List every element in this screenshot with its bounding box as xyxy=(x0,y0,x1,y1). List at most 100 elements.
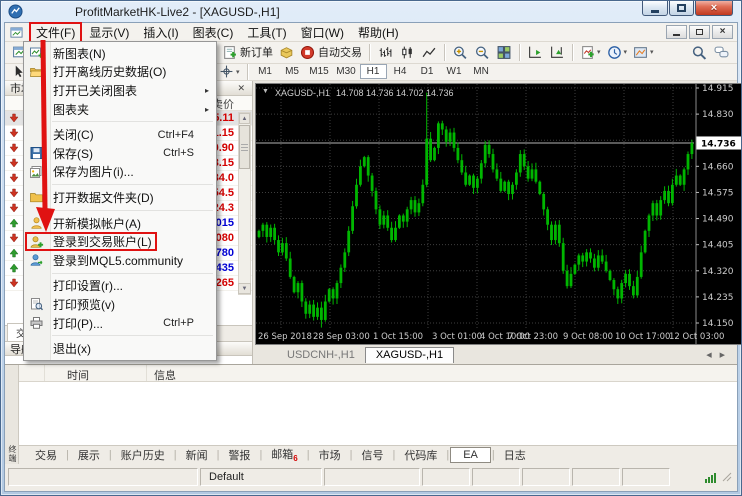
maximize-button[interactable] xyxy=(669,1,694,16)
file-menu-item[interactable]: 图表夹▸ xyxy=(24,100,216,119)
candlestick-chart-button[interactable] xyxy=(396,42,418,62)
terminal-tab[interactable]: 邮箱6 xyxy=(263,445,305,464)
file-menu-item[interactable]: 开新模拟帐户(A) xyxy=(24,214,216,233)
market-watch-scrollbar[interactable]: ▲ ▼ xyxy=(238,112,251,295)
timeframe-h4[interactable]: H4 xyxy=(387,64,414,79)
file-menu-item-label: 登录到MQL5.community xyxy=(53,252,183,269)
svg-text:14.830: 14.830 xyxy=(702,110,734,120)
menu-insert[interactable]: 插入(I) xyxy=(137,23,184,42)
print-preview-icon xyxy=(29,297,45,311)
tile-windows-button[interactable] xyxy=(493,42,515,62)
indicators-button[interactable]: ▾ xyxy=(577,42,604,62)
file-menu-item[interactable]: 打印设置(r)... xyxy=(24,277,216,296)
timeframe-m1[interactable]: M1 xyxy=(252,64,279,79)
mdi-restore-button[interactable] xyxy=(689,25,710,39)
terminal-tab[interactable]: 信号 xyxy=(353,446,391,464)
periods-button[interactable]: ▾ xyxy=(604,42,631,62)
terminal-tab[interactable]: 警报 xyxy=(220,446,258,464)
file-menu-item[interactable]: 新图表(N) xyxy=(24,44,216,63)
svg-text:14.150: 14.150 xyxy=(702,319,734,329)
scroll-up-icon[interactable]: ▲ xyxy=(239,113,250,124)
mdi-close-button[interactable]: × xyxy=(712,25,733,39)
mql5-market-button[interactable] xyxy=(276,42,297,62)
file-menu-item[interactable]: 打开数据文件夹(D) xyxy=(24,188,216,207)
terminal-tab[interactable]: 新闻 xyxy=(178,446,216,464)
zoom-in-button[interactable] xyxy=(449,42,471,62)
timeframe-mn[interactable]: MN xyxy=(468,64,495,79)
chart-tab-usdcnh-h1[interactable]: USDCNH-,H1 xyxy=(277,348,365,363)
menu-window[interactable]: 窗口(W) xyxy=(295,23,350,42)
candlestick-chart[interactable]: 14.91514.83014.74514.66014.57514.49014.4… xyxy=(256,84,742,344)
tick-down-icon xyxy=(9,233,19,243)
application-window: ProfitMarketHK-Live2 - [XAGUSD-,H1] × 文件… xyxy=(0,0,742,496)
timeframe-w1[interactable]: W1 xyxy=(441,64,468,79)
terminal-tab[interactable]: 展示 xyxy=(70,446,108,464)
tick-up-icon xyxy=(9,248,19,258)
tick-down-icon xyxy=(9,188,19,198)
mailbox-badge: 6 xyxy=(293,455,297,464)
status-cell xyxy=(324,468,420,486)
blank-icon xyxy=(29,102,45,116)
chart-tab-xagusd-h1[interactable]: XAGUSD-,H1 xyxy=(365,347,454,363)
status-cell xyxy=(572,468,620,486)
svg-text:1 Oct 15:00: 1 Oct 15:00 xyxy=(373,332,423,342)
chart-shift-button[interactable] xyxy=(546,42,568,62)
timeframe-m15[interactable]: M15 xyxy=(306,64,333,79)
scroll-down-icon[interactable]: ▼ xyxy=(238,283,251,294)
file-menu-item[interactable]: 关闭(C)Ctrl+F4 xyxy=(24,125,216,144)
menu-shortcut: Ctrl+P xyxy=(163,317,216,329)
new-order-button[interactable]: 新订单 xyxy=(219,42,276,62)
timeframe-m30[interactable]: M30 xyxy=(333,64,360,79)
menu-view[interactable]: 显示(V) xyxy=(83,23,135,42)
bar-chart-button[interactable] xyxy=(374,42,396,62)
timeframe-m5[interactable]: M5 xyxy=(279,64,306,79)
scroll-thumb[interactable] xyxy=(239,125,250,169)
line-studies-button[interactable]: ▾ xyxy=(216,64,243,81)
terminal-tab[interactable]: 交易 xyxy=(27,446,65,464)
terminal-tab[interactable]: 代码库 xyxy=(396,446,445,464)
status-cell xyxy=(522,468,570,486)
file-menu-item-label: 新图表(N) xyxy=(53,45,106,62)
toolbar-separator xyxy=(369,44,370,61)
terminal-column-headers: 时间 信息 xyxy=(19,365,737,382)
tab-scroll-left-icon[interactable]: ◀ xyxy=(706,351,711,359)
auto-scroll-button[interactable] xyxy=(524,42,546,62)
svg-text:14.320: 14.320 xyxy=(702,267,734,277)
search-button[interactable] xyxy=(688,42,710,62)
tab-scroll-right-icon[interactable]: ▶ xyxy=(720,351,725,359)
svg-text:14.575: 14.575 xyxy=(702,188,734,198)
minimize-button[interactable] xyxy=(642,1,668,16)
user-yellow-icon xyxy=(29,216,45,230)
file-menu-item[interactable]: 登录到交易账户(L) xyxy=(24,232,216,251)
file-menu-item[interactable]: 打开离线历史数据(O) xyxy=(24,63,216,82)
chat-button[interactable] xyxy=(710,42,733,62)
mdi-minimize-button[interactable] xyxy=(666,25,687,39)
chart-menu-icon[interactable]: ▼ xyxy=(262,88,269,98)
file-menu-item[interactable]: 登录到MQL5.community xyxy=(24,251,216,270)
line-chart-button[interactable] xyxy=(418,42,440,62)
menu-help[interactable]: 帮助(H) xyxy=(352,23,405,42)
file-menu-item[interactable]: 打印预览(v) xyxy=(24,295,216,314)
market-watch-close-icon[interactable]: ✕ xyxy=(235,83,247,94)
file-menu-item[interactable]: 保存为图片(i)... xyxy=(24,163,216,182)
templates-button[interactable]: ▾ xyxy=(630,42,657,62)
menu-file[interactable]: 文件(F) xyxy=(30,23,81,42)
status-bar: Default xyxy=(5,464,737,491)
terminal-tab[interactable]: 日志 xyxy=(496,446,534,464)
menu-tools[interactable]: 工具(T) xyxy=(241,23,292,42)
resize-grip[interactable] xyxy=(722,472,732,482)
terminal-tab[interactable]: 市场 xyxy=(311,446,349,464)
file-menu-item[interactable]: 退出(x) xyxy=(24,339,216,358)
file-menu-item[interactable]: 打印(P)...Ctrl+P xyxy=(24,314,216,333)
terminal-tab[interactable]: 账户历史 xyxy=(113,446,173,464)
zoom-out-button[interactable] xyxy=(471,42,493,62)
menu-charts[interactable]: 图表(C) xyxy=(187,23,240,42)
terminal-side-label[interactable]: 终端 xyxy=(7,445,18,463)
timeframe-d1[interactable]: D1 xyxy=(414,64,441,79)
file-menu-item[interactable]: 打开已关闭图表▸ xyxy=(24,81,216,100)
close-button[interactable]: × xyxy=(695,1,733,16)
timeframe-h1[interactable]: H1 xyxy=(360,64,387,79)
file-menu-item[interactable]: 保存(S)Ctrl+S xyxy=(24,144,216,163)
autotrading-button[interactable]: 自动交易 xyxy=(297,42,365,62)
terminal-tab[interactable]: EA xyxy=(450,447,491,463)
